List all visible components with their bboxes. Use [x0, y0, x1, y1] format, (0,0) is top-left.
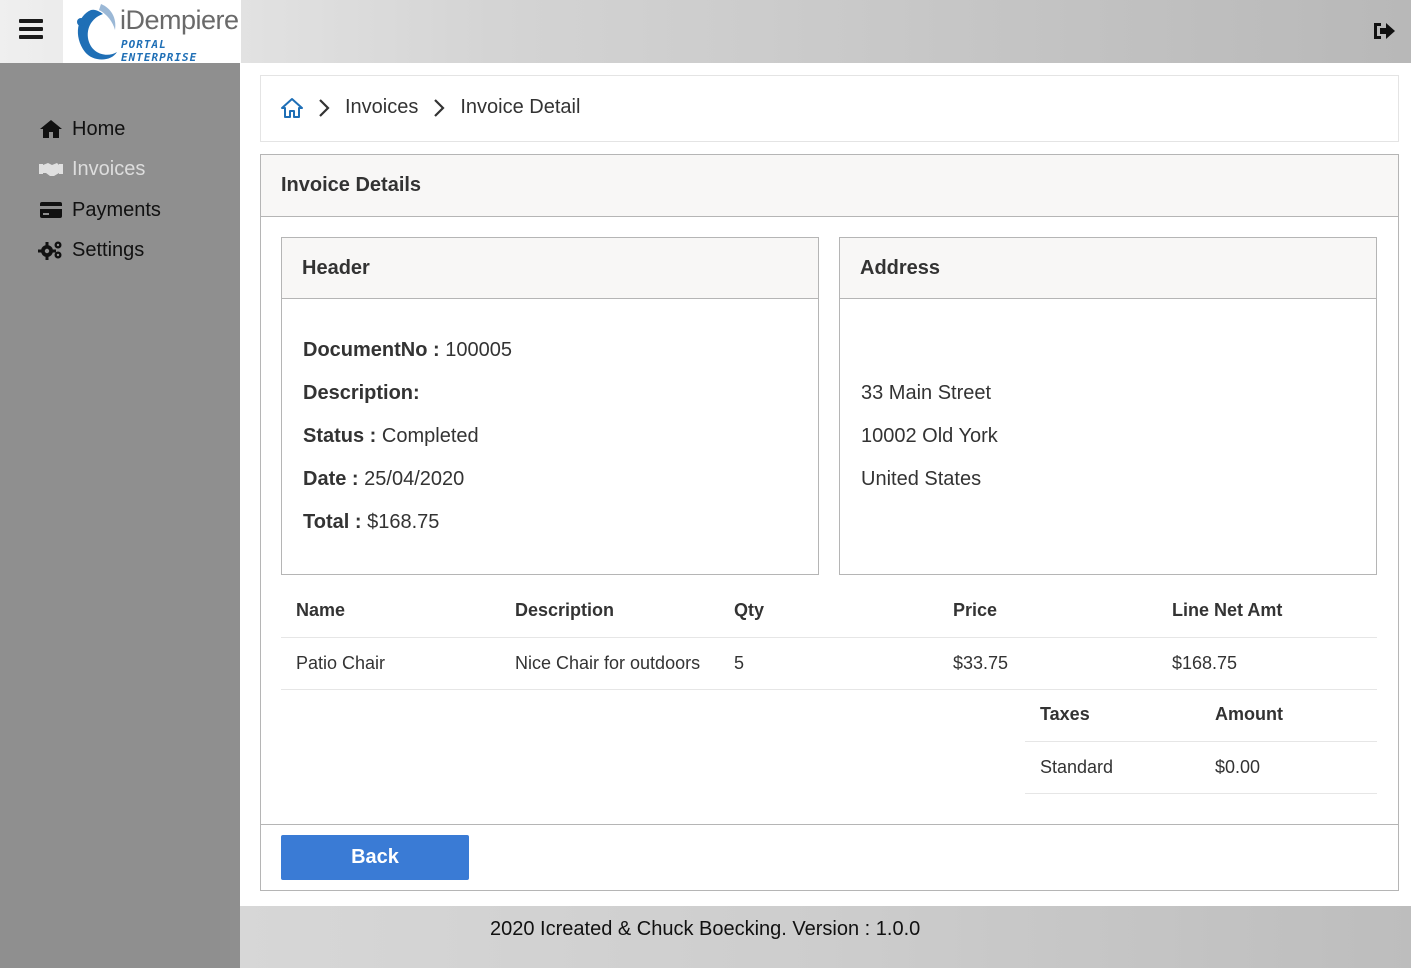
- chevron-right-icon: [319, 98, 330, 117]
- field-value: 100005: [445, 339, 512, 361]
- chevron-right-icon: [434, 98, 445, 117]
- field-value: 25/04/2020: [364, 468, 465, 490]
- date-field: Date : 25/04/2020: [303, 468, 464, 491]
- breadcrumb-card: Invoices Invoice Detail: [260, 75, 1399, 142]
- header-card-title: Header: [282, 238, 818, 299]
- divider: [261, 824, 1398, 825]
- sign-out-icon[interactable]: [1371, 20, 1397, 42]
- column-header: Taxes: [1025, 689, 1200, 742]
- field-value: Completed: [381, 425, 479, 447]
- address-line: 10002 Old York: [861, 425, 998, 447]
- field-label: Total :: [303, 511, 362, 533]
- tax-table: Taxes Amount Standard $0.00: [1025, 689, 1377, 794]
- field-label: DocumentNo :: [303, 339, 440, 361]
- address-line: 33 Main Street: [861, 382, 992, 404]
- logo-title: iDempiere: [120, 5, 239, 35]
- table-cell: 5: [719, 637, 938, 690]
- table-cell: $168.75: [1157, 637, 1377, 690]
- field-label: Date :: [303, 468, 359, 490]
- table-cell: Patio Chair: [281, 637, 500, 690]
- breadcrumb: Invoices Invoice Detail: [281, 96, 580, 119]
- address-card: Address 33 Main Street 10002 Old York Un…: [839, 237, 1377, 575]
- card-title: Invoice Details: [261, 155, 1398, 217]
- sidebar-item-payments[interactable]: Payments: [38, 196, 161, 224]
- column-header: Price: [938, 585, 1157, 638]
- table-cell: $33.75: [938, 637, 1157, 690]
- field-label: Status :: [303, 425, 377, 447]
- document-no-field: DocumentNo : 100005: [303, 339, 512, 362]
- invoice-lines-table: Name Description Qty Price Line Net Amt …: [281, 585, 1377, 690]
- home-outline-icon[interactable]: [281, 97, 303, 119]
- field-value: $168.75: [367, 511, 440, 533]
- app-logo[interactable]: iDempiere PORTAL ENTERPRISE: [63, 0, 241, 63]
- sidebar-item-label: Home: [72, 117, 126, 140]
- back-button[interactable]: Back: [281, 835, 469, 880]
- invoice-details-card: Invoice Details Header DocumentNo : 1000…: [260, 154, 1399, 891]
- description-field: Description:: [303, 382, 420, 405]
- sidebar-item-label: Settings: [72, 238, 145, 261]
- table-cell: Standard: [1025, 741, 1200, 794]
- column-header: Name: [281, 585, 500, 638]
- column-header: Line Net Amt: [1157, 585, 1377, 638]
- breadcrumb-invoices[interactable]: Invoices: [345, 96, 418, 119]
- sidebar-item-label: Invoices: [72, 157, 146, 180]
- logo-subtitle: PORTAL ENTERPRISE: [121, 38, 198, 63]
- sidebar-item-label: Payments: [72, 198, 161, 221]
- footer-text: 2020 Icreated & Chuck Boecking. Version …: [490, 918, 921, 940]
- table-row: Patio Chair Nice Chair for outdoors 5 $3…: [281, 637, 1377, 690]
- address-line: United States: [861, 468, 982, 490]
- top-bar: iDempiere PORTAL ENTERPRISE: [0, 0, 1411, 63]
- credit-card-icon: [38, 199, 64, 221]
- cogs-icon: [38, 239, 64, 261]
- sidebar-item-home[interactable]: Home: [38, 115, 125, 143]
- logo-swirl-icon: [77, 4, 117, 60]
- column-header: Qty: [719, 585, 938, 638]
- column-header: Description: [500, 585, 719, 638]
- breadcrumb-current: Invoice Detail: [460, 96, 581, 118]
- field-label: Description:: [303, 382, 420, 404]
- table-header-row: Taxes Amount: [1025, 689, 1377, 742]
- hamburger-icon[interactable]: [19, 19, 43, 41]
- address-card-title: Address: [840, 238, 1376, 299]
- table-cell: $0.00: [1200, 741, 1377, 794]
- total-field: Total : $168.75: [303, 511, 439, 534]
- home-icon: [38, 118, 64, 140]
- column-header: Amount: [1200, 689, 1377, 742]
- table-cell: Nice Chair for outdoors: [500, 637, 719, 690]
- table-header-row: Name Description Qty Price Line Net Amt: [281, 585, 1377, 638]
- sidebar: Home Invoices Payments Settings: [0, 63, 240, 968]
- sidebar-item-invoices[interactable]: Invoices: [38, 155, 145, 183]
- status-field: Status : Completed: [303, 425, 479, 448]
- header-card: Header DocumentNo : 100005 Description: …: [281, 237, 819, 575]
- footer: 2020 Icreated & Chuck Boecking. Version …: [240, 906, 1411, 968]
- table-row: Standard $0.00: [1025, 741, 1377, 794]
- handshake-icon: [38, 158, 64, 180]
- sidebar-item-settings[interactable]: Settings: [38, 236, 144, 264]
